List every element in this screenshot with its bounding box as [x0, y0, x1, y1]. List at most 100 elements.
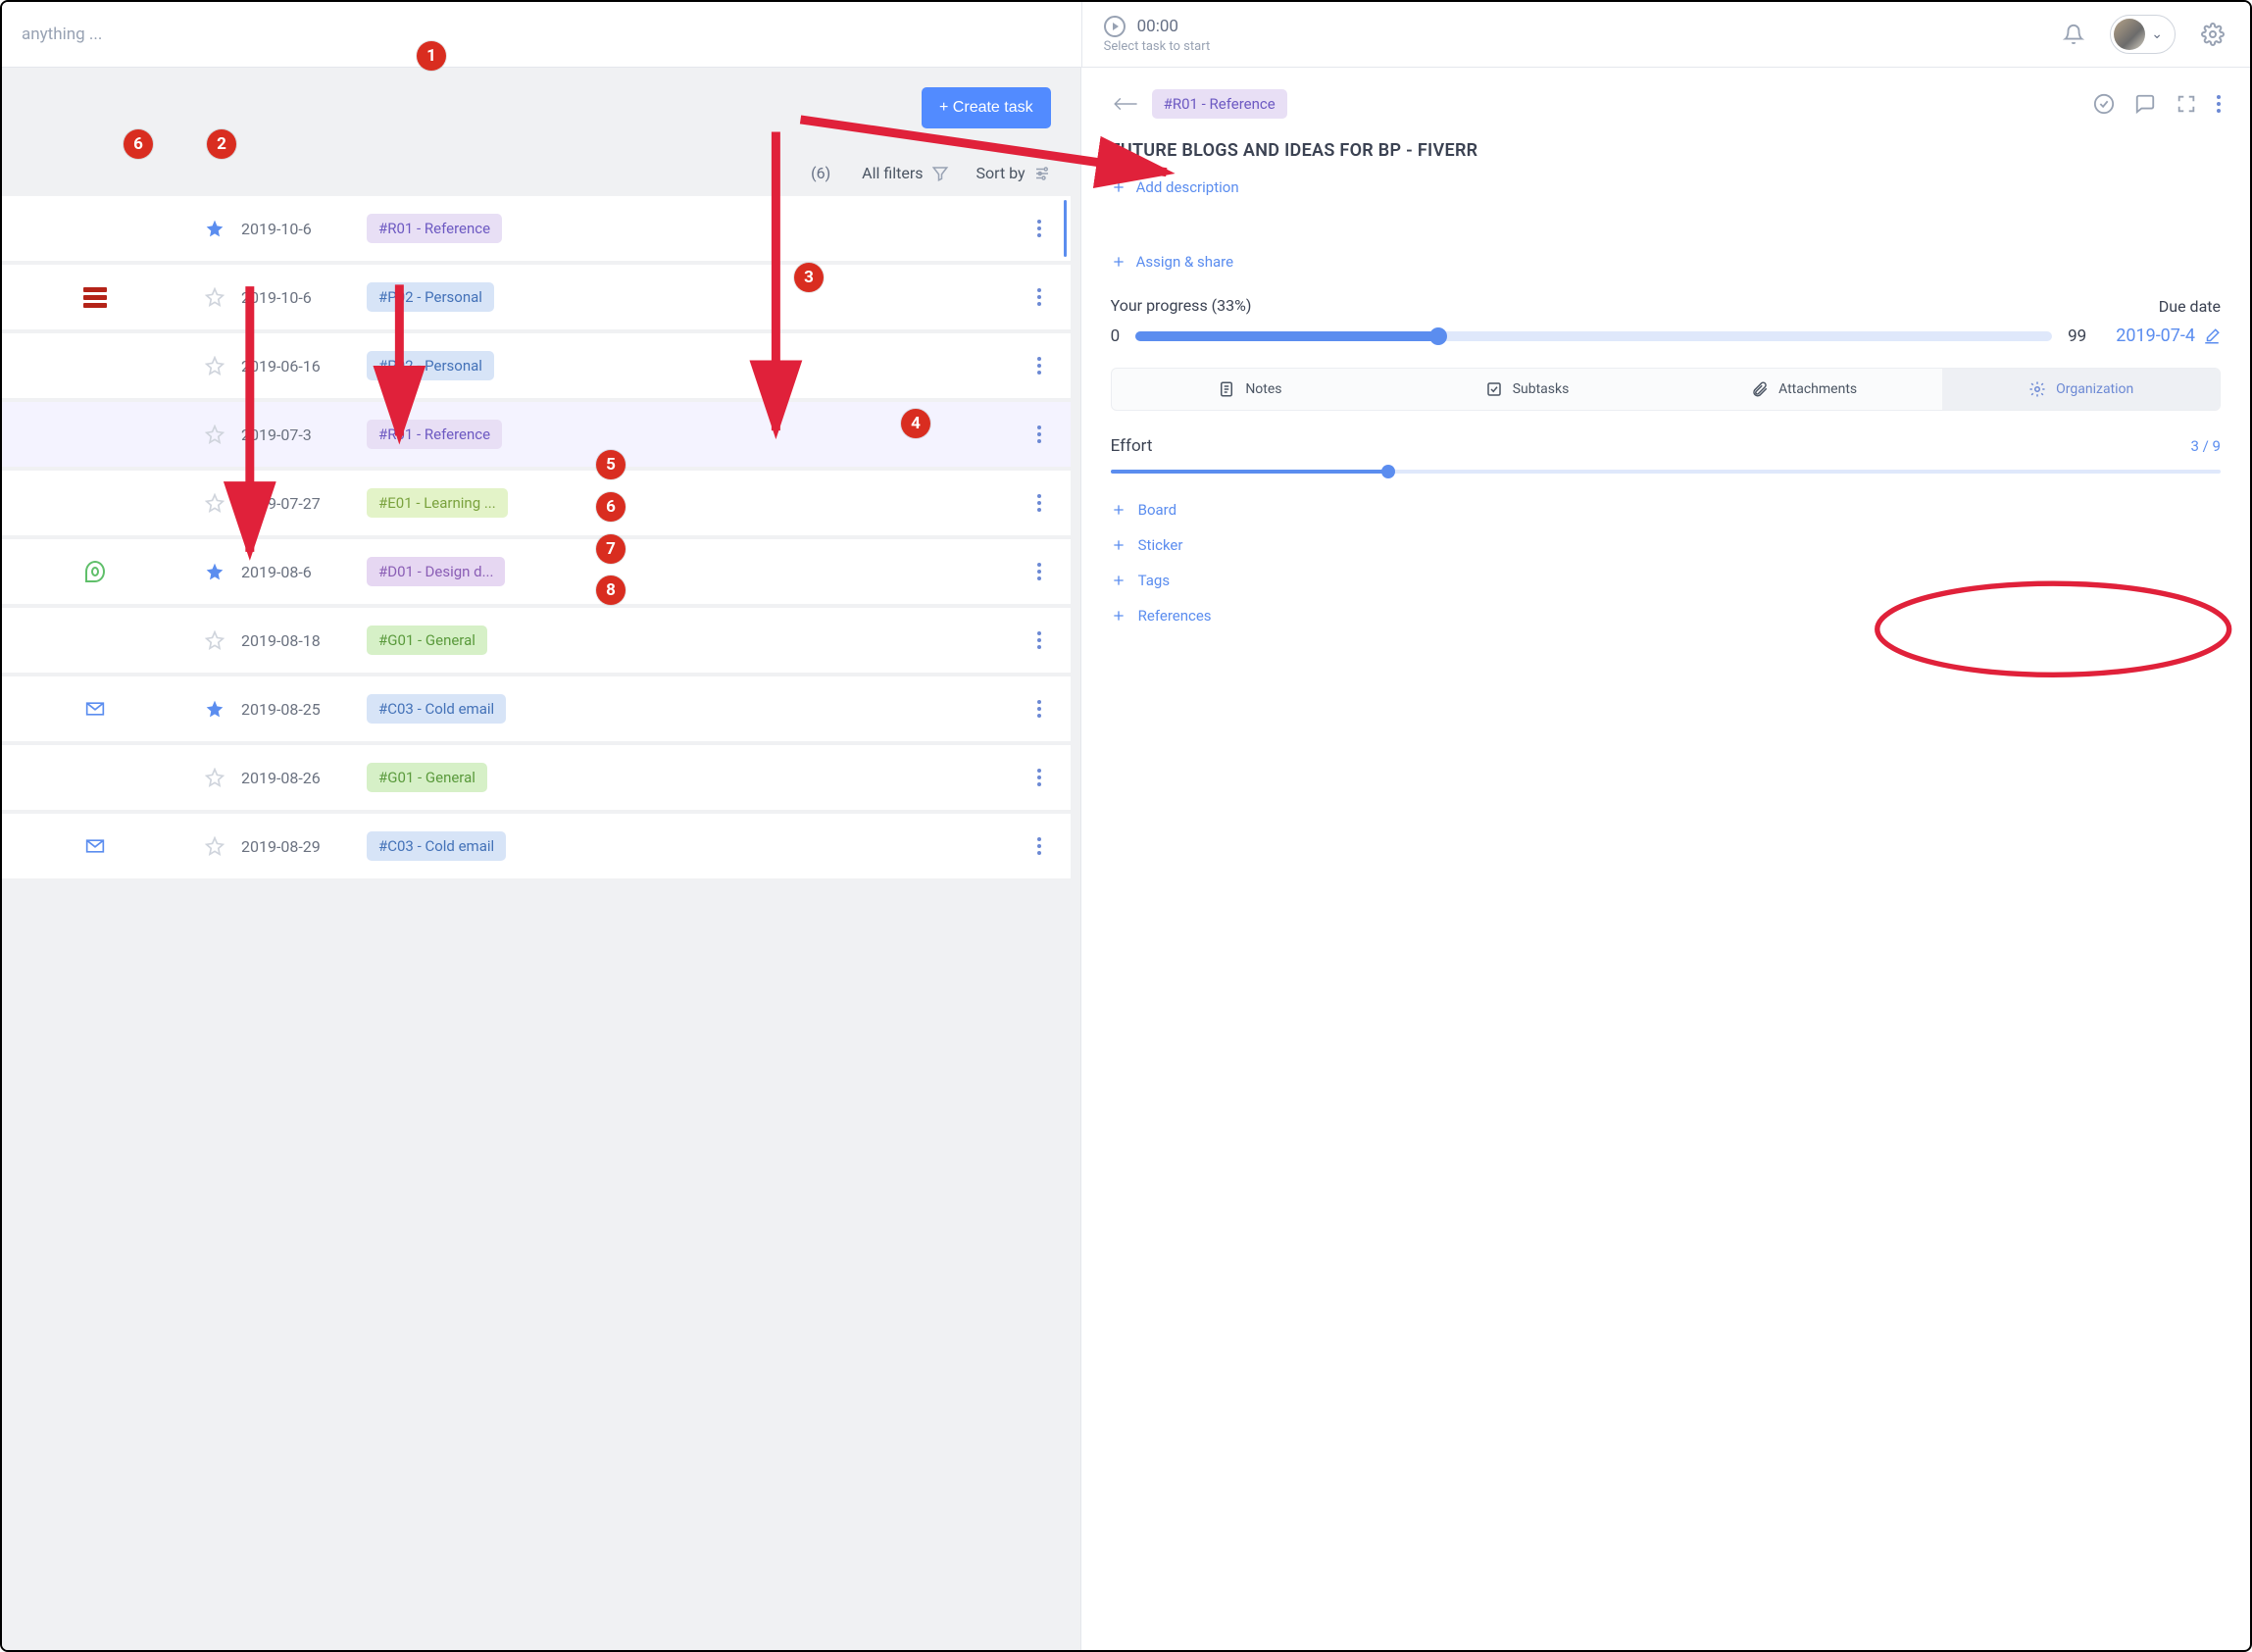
task-more-icon[interactable] [1037, 769, 1041, 786]
task-more-icon[interactable] [1037, 220, 1041, 237]
expand-icon[interactable] [2176, 93, 2197, 115]
list-header: + Create task (6) All filters Sort by [2, 68, 1080, 196]
task-date: 2019-08-26 [241, 769, 359, 787]
task-row[interactable]: 2019-08-6 #D01 - Design d... [2, 539, 1071, 608]
add-tags[interactable]: Tags [1111, 572, 2221, 589]
detail-tabs: Notes Subtasks Attachments Organization [1111, 368, 2221, 411]
task-date: 2019-08-25 [241, 700, 359, 719]
task-row[interactable]: 2019-08-26 #G01 - General [2, 745, 1071, 814]
envelope-icon [82, 699, 108, 719]
add-description[interactable]: Add description [1111, 178, 2221, 196]
notes-icon [1218, 380, 1235, 398]
sliders-icon [1033, 165, 1051, 182]
task-more-icon[interactable] [1037, 837, 1041, 855]
task-more-icon[interactable] [1037, 357, 1041, 375]
plus-icon [1111, 254, 1126, 270]
tab-notes[interactable]: Notes [1112, 369, 1389, 410]
gear-icon[interactable] [2201, 23, 2225, 46]
task-tag[interactable]: #P02 - Personal [367, 351, 494, 380]
star-icon[interactable] [205, 219, 225, 238]
timer[interactable]: 00:00 Select task to start [1082, 6, 1232, 64]
star-icon[interactable] [205, 425, 225, 444]
detail-tag[interactable]: #R01 - Reference [1152, 89, 1287, 119]
tab-organization[interactable]: Organization [1942, 369, 2220, 410]
timer-hint: Select task to start [1104, 39, 1211, 54]
search-placeholder: anything ... [22, 25, 102, 44]
back-arrow-icon[interactable] [1111, 94, 1138, 114]
task-row[interactable]: 2019-08-25 #C03 - Cold email [2, 676, 1071, 745]
task-row[interactable]: 2019-07-27#E01 - Learning ... [2, 471, 1071, 539]
task-tag[interactable]: #P02 - Personal [367, 282, 494, 312]
task-more-icon[interactable] [1037, 494, 1041, 512]
star-icon[interactable] [205, 699, 225, 719]
star-icon[interactable] [205, 836, 225, 856]
star-icon[interactable] [205, 768, 225, 787]
task-row[interactable]: 2019-07-3 #R01 - Reference [2, 402, 1071, 471]
task-row[interactable]: 2019-10-6 #P02 - Personal [2, 265, 1071, 333]
task-title[interactable]: FUTURE BLOGS AND IDEAS FOR BP - FIVERR [1111, 140, 2221, 161]
task-tag[interactable]: #G01 - General [367, 763, 487, 792]
task-tag[interactable]: #D01 - Design d... [367, 557, 505, 586]
task-row[interactable]: 2019-06-16 #P02 - Personal [2, 333, 1071, 402]
tab-subtasks[interactable]: Subtasks [1388, 369, 1666, 410]
all-filters[interactable]: All filters [862, 164, 948, 182]
task-count: (6) [811, 164, 830, 182]
check-circle-icon[interactable] [2093, 93, 2115, 115]
task-tag[interactable]: #G01 - General [367, 626, 487, 655]
avatar [2114, 19, 2145, 50]
star-icon[interactable] [205, 356, 225, 375]
create-task-button[interactable]: + Create task [922, 87, 1051, 128]
task-row[interactable]: 2019-10-6 #R01 - Reference [2, 196, 1071, 265]
plus-icon [1111, 502, 1126, 518]
due-date[interactable]: Due date 2019-07-4 [2116, 297, 2221, 346]
top-bar: anything ... 00:00 Select task to start … [2, 2, 2250, 68]
task-more-icon[interactable] [1037, 631, 1041, 649]
organization-add-list: Board Sticker Tags References [1111, 501, 2221, 625]
paperclip-icon [1751, 380, 1769, 398]
task-tag[interactable]: #E01 - Learning ... [367, 488, 508, 518]
add-sticker[interactable]: Sticker [1111, 536, 2221, 554]
add-references[interactable]: References [1111, 607, 2221, 625]
task-more-icon[interactable] [1037, 700, 1041, 718]
task-more-icon[interactable] [1037, 288, 1041, 306]
task-list[interactable]: 2019-10-6 #R01 - Reference 2019-10-6 #P02 -… [2, 196, 1080, 1650]
plus-icon [1111, 537, 1126, 553]
task-date: 2019-08-6 [241, 563, 359, 581]
bell-icon[interactable] [2063, 24, 2084, 45]
subtasks-icon [1485, 380, 1503, 398]
add-board[interactable]: Board [1111, 501, 2221, 519]
task-date: 2019-10-6 [241, 220, 359, 238]
chevron-down-icon: ⌄ [2151, 26, 2163, 42]
user-menu[interactable]: ⌄ [2110, 15, 2176, 54]
timer-time: 00:00 [1137, 17, 1178, 36]
assign-share[interactable]: Assign & share [1111, 253, 2221, 271]
task-date: 2019-06-16 [241, 357, 359, 375]
task-more-icon[interactable] [1037, 426, 1041, 443]
tab-attachments[interactable]: Attachments [1666, 369, 1943, 410]
progress-label: Your progress (33%) [1111, 296, 2087, 315]
spiral-icon [85, 561, 105, 582]
search-area[interactable]: anything ... [2, 2, 1081, 67]
star-icon[interactable] [205, 493, 225, 513]
comment-icon[interactable] [2134, 93, 2156, 115]
task-tag[interactable]: #C03 - Cold email [367, 694, 506, 724]
star-icon[interactable] [205, 630, 225, 650]
progress-slider[interactable]: 0 99 [1111, 326, 2087, 346]
task-more-icon[interactable] [1037, 563, 1041, 580]
task-date: 2019-07-3 [241, 426, 359, 444]
effort-value: 3 / 9 [2191, 437, 2222, 455]
task-tag[interactable]: #R01 - Reference [367, 420, 502, 449]
effort-slider[interactable] [1111, 470, 2221, 474]
sort-by[interactable]: Sort by [976, 164, 1051, 182]
task-date: 2019-10-6 [241, 288, 359, 307]
star-icon[interactable] [205, 562, 225, 581]
task-tag[interactable]: #R01 - Reference [367, 214, 502, 243]
task-row[interactable]: 2019-08-29#C03 - Cold email [2, 814, 1071, 882]
edit-icon[interactable] [2203, 327, 2221, 345]
task-row[interactable]: 2019-08-18#G01 - General [2, 608, 1071, 676]
play-icon[interactable] [1104, 16, 1126, 37]
star-icon[interactable] [205, 287, 225, 307]
more-icon[interactable] [2217, 95, 2221, 113]
filter-bar: (6) All filters Sort by [31, 164, 1051, 196]
task-tag[interactable]: #C03 - Cold email [367, 831, 506, 861]
